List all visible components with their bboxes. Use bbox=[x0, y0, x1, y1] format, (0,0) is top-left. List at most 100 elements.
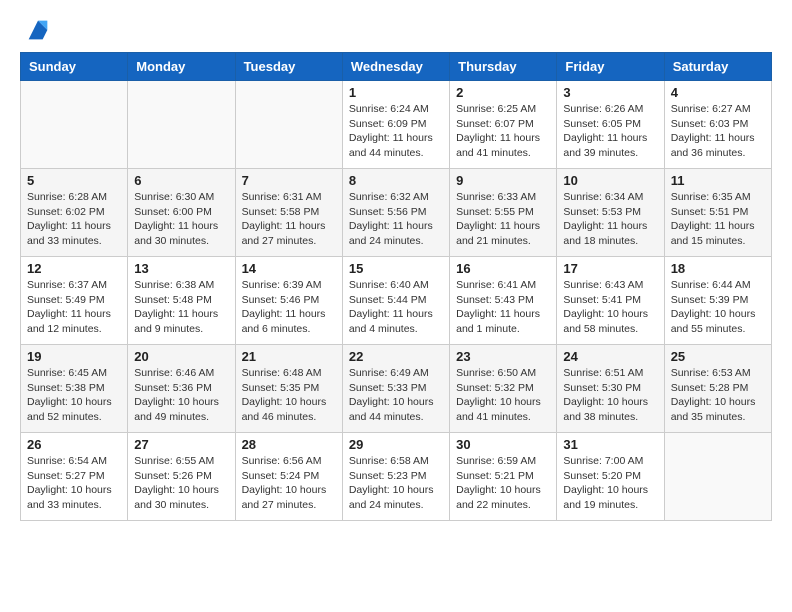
day-number: 9 bbox=[456, 173, 550, 188]
calendar-container: SundayMondayTuesdayWednesdayThursdayFrid… bbox=[0, 0, 792, 537]
day-number: 7 bbox=[242, 173, 336, 188]
day-cell: 6Sunrise: 6:30 AM Sunset: 6:00 PM Daylig… bbox=[128, 169, 235, 257]
day-cell: 23 Sunrise: 6:50 AM Sunset: 5:32 PM Dayli… bbox=[450, 345, 557, 433]
day-info: Sunrise: 6:26 AM Sunset: 6:05 PM Dayligh… bbox=[563, 102, 657, 161]
day-number: 14 bbox=[242, 261, 336, 276]
day-cell: 17 Sunrise: 6:43 AM Sunset: 5:41 PM Dayli… bbox=[557, 257, 664, 345]
day-cell: 15Sunrise: 6:40 AM Sunset: 5:44 PM Dayli… bbox=[342, 257, 449, 345]
day-number: 20 bbox=[134, 349, 228, 364]
day-number: 10 bbox=[563, 173, 657, 188]
day-cell: 26Sunrise: 6:54 AM Sunset: 5:27 PM Dayli… bbox=[21, 433, 128, 521]
day-cell: 20 Sunrise: 6:46 AM Sunset: 5:36 PM Dayli… bbox=[128, 345, 235, 433]
day-cell: 18 Sunrise: 6:44 AM Sunset: 5:39 PM Dayli… bbox=[664, 257, 771, 345]
day-info: Sunrise: 7:00 AM Sunset: 5:20 PM Dayligh… bbox=[563, 454, 657, 513]
day-number: 23 bbox=[456, 349, 550, 364]
day-info: Sunrise: 6:53 AM Sunset: 5:28 PM Dayligh… bbox=[671, 366, 765, 425]
day-info: Sunrise: 6:43 AM Sunset: 5:41 PM Dayligh… bbox=[563, 278, 657, 337]
day-number: 30 bbox=[456, 437, 550, 452]
day-number: 5 bbox=[27, 173, 121, 188]
day-cell: 8Sunrise: 6:32 AM Sunset: 5:56 PM Daylig… bbox=[342, 169, 449, 257]
day-header-thursday: Thursday bbox=[450, 53, 557, 81]
day-header-tuesday: Tuesday bbox=[235, 53, 342, 81]
day-cell: 30 Sunrise: 6:59 AM Sunset: 5:21 PM Dayli… bbox=[450, 433, 557, 521]
day-info: Sunrise: 6:24 AM Sunset: 6:09 PM Dayligh… bbox=[349, 102, 443, 161]
day-cell: 28Sunrise: 6:56 AM Sunset: 5:24 PM Dayli… bbox=[235, 433, 342, 521]
week-row-1: 1Sunrise: 6:24 AM Sunset: 6:09 PM Daylig… bbox=[21, 81, 772, 169]
day-cell: 3 Sunrise: 6:26 AM Sunset: 6:05 PM Daylig… bbox=[557, 81, 664, 169]
day-cell: 11 Sunrise: 6:35 AM Sunset: 5:51 PM Dayli… bbox=[664, 169, 771, 257]
day-number: 24 bbox=[563, 349, 657, 364]
day-info: Sunrise: 6:58 AM Sunset: 5:23 PM Dayligh… bbox=[349, 454, 443, 513]
day-number: 17 bbox=[563, 261, 657, 276]
day-cell: 4 Sunrise: 6:27 AM Sunset: 6:03 PM Daylig… bbox=[664, 81, 771, 169]
day-info: Sunrise: 6:39 AM Sunset: 5:46 PM Dayligh… bbox=[242, 278, 336, 337]
day-info: Sunrise: 6:46 AM Sunset: 5:36 PM Dayligh… bbox=[134, 366, 228, 425]
day-number: 4 bbox=[671, 85, 765, 100]
day-cell bbox=[235, 81, 342, 169]
day-number: 25 bbox=[671, 349, 765, 364]
day-cell: 31 Sunrise: 7:00 AM Sunset: 5:20 PM Dayli… bbox=[557, 433, 664, 521]
day-cell: 14 Sunrise: 6:39 AM Sunset: 5:46 PM Dayli… bbox=[235, 257, 342, 345]
day-cell bbox=[21, 81, 128, 169]
calendar-table: SundayMondayTuesdayWednesdayThursdayFrid… bbox=[20, 52, 772, 521]
day-info: Sunrise: 6:37 AM Sunset: 5:49 PM Dayligh… bbox=[27, 278, 121, 337]
day-cell: 27Sunrise: 6:55 AM Sunset: 5:26 PM Dayli… bbox=[128, 433, 235, 521]
week-row-2: 5 Sunrise: 6:28 AM Sunset: 6:02 PM Daylig… bbox=[21, 169, 772, 257]
day-info: Sunrise: 6:59 AM Sunset: 5:21 PM Dayligh… bbox=[456, 454, 550, 513]
day-cell bbox=[128, 81, 235, 169]
days-header-row: SundayMondayTuesdayWednesdayThursdayFrid… bbox=[21, 53, 772, 81]
day-number: 3 bbox=[563, 85, 657, 100]
day-info: Sunrise: 6:51 AM Sunset: 5:30 PM Dayligh… bbox=[563, 366, 657, 425]
day-cell: 1Sunrise: 6:24 AM Sunset: 6:09 PM Daylig… bbox=[342, 81, 449, 169]
day-number: 26 bbox=[27, 437, 121, 452]
day-header-monday: Monday bbox=[128, 53, 235, 81]
day-number: 12 bbox=[27, 261, 121, 276]
week-row-5: 26Sunrise: 6:54 AM Sunset: 5:27 PM Dayli… bbox=[21, 433, 772, 521]
day-info: Sunrise: 6:38 AM Sunset: 5:48 PM Dayligh… bbox=[134, 278, 228, 337]
day-cell: 25 Sunrise: 6:53 AM Sunset: 5:28 PM Dayli… bbox=[664, 345, 771, 433]
day-info: Sunrise: 6:49 AM Sunset: 5:33 PM Dayligh… bbox=[349, 366, 443, 425]
day-cell: 5 Sunrise: 6:28 AM Sunset: 6:02 PM Daylig… bbox=[21, 169, 128, 257]
day-info: Sunrise: 6:48 AM Sunset: 5:35 PM Dayligh… bbox=[242, 366, 336, 425]
day-number: 2 bbox=[456, 85, 550, 100]
day-cell: 29 Sunrise: 6:58 AM Sunset: 5:23 PM Dayli… bbox=[342, 433, 449, 521]
day-cell: 19Sunrise: 6:45 AM Sunset: 5:38 PM Dayli… bbox=[21, 345, 128, 433]
day-info: Sunrise: 6:50 AM Sunset: 5:32 PM Dayligh… bbox=[456, 366, 550, 425]
day-cell: 16Sunrise: 6:41 AM Sunset: 5:43 PM Dayli… bbox=[450, 257, 557, 345]
day-cell: 9Sunrise: 6:33 AM Sunset: 5:55 PM Daylig… bbox=[450, 169, 557, 257]
day-header-wednesday: Wednesday bbox=[342, 53, 449, 81]
day-info: Sunrise: 6:55 AM Sunset: 5:26 PM Dayligh… bbox=[134, 454, 228, 513]
day-cell: 21 Sunrise: 6:48 AM Sunset: 5:35 PM Dayli… bbox=[235, 345, 342, 433]
day-cell: 7 Sunrise: 6:31 AM Sunset: 5:58 PM Daylig… bbox=[235, 169, 342, 257]
day-number: 19 bbox=[27, 349, 121, 364]
day-info: Sunrise: 6:56 AM Sunset: 5:24 PM Dayligh… bbox=[242, 454, 336, 513]
day-info: Sunrise: 6:25 AM Sunset: 6:07 PM Dayligh… bbox=[456, 102, 550, 161]
day-number: 15 bbox=[349, 261, 443, 276]
day-cell: 13 Sunrise: 6:38 AM Sunset: 5:48 PM Dayli… bbox=[128, 257, 235, 345]
week-row-3: 12 Sunrise: 6:37 AM Sunset: 5:49 PM Dayli… bbox=[21, 257, 772, 345]
day-info: Sunrise: 6:44 AM Sunset: 5:39 PM Dayligh… bbox=[671, 278, 765, 337]
day-header-sunday: Sunday bbox=[21, 53, 128, 81]
day-info: Sunrise: 6:32 AM Sunset: 5:56 PM Dayligh… bbox=[349, 190, 443, 249]
logo-icon bbox=[24, 16, 52, 44]
day-number: 13 bbox=[134, 261, 228, 276]
day-info: Sunrise: 6:30 AM Sunset: 6:00 PM Dayligh… bbox=[134, 190, 228, 249]
day-number: 16 bbox=[456, 261, 550, 276]
day-number: 18 bbox=[671, 261, 765, 276]
day-info: Sunrise: 6:34 AM Sunset: 5:53 PM Dayligh… bbox=[563, 190, 657, 249]
day-info: Sunrise: 6:27 AM Sunset: 6:03 PM Dayligh… bbox=[671, 102, 765, 161]
header bbox=[20, 16, 772, 44]
day-number: 22 bbox=[349, 349, 443, 364]
day-cell: 2 Sunrise: 6:25 AM Sunset: 6:07 PM Daylig… bbox=[450, 81, 557, 169]
day-info: Sunrise: 6:35 AM Sunset: 5:51 PM Dayligh… bbox=[671, 190, 765, 249]
day-info: Sunrise: 6:28 AM Sunset: 6:02 PM Dayligh… bbox=[27, 190, 121, 249]
day-cell: 22 Sunrise: 6:49 AM Sunset: 5:33 PM Dayli… bbox=[342, 345, 449, 433]
day-number: 29 bbox=[349, 437, 443, 452]
day-number: 11 bbox=[671, 173, 765, 188]
day-number: 21 bbox=[242, 349, 336, 364]
day-info: Sunrise: 6:31 AM Sunset: 5:58 PM Dayligh… bbox=[242, 190, 336, 249]
day-cell bbox=[664, 433, 771, 521]
logo bbox=[20, 16, 52, 44]
day-cell: 12 Sunrise: 6:37 AM Sunset: 5:49 PM Dayli… bbox=[21, 257, 128, 345]
day-number: 31 bbox=[563, 437, 657, 452]
